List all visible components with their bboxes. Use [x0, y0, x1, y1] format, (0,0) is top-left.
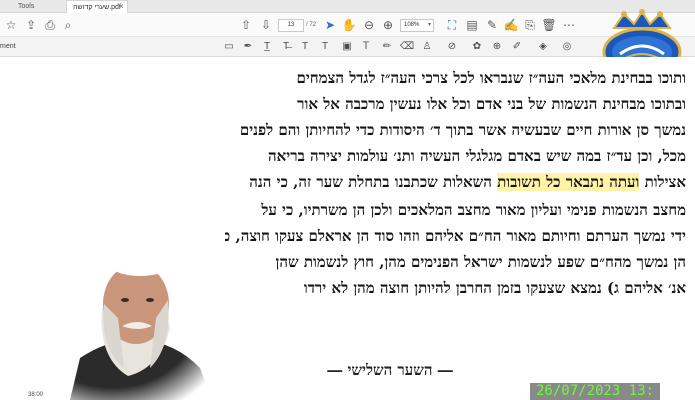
sticky-note-icon[interactable]: ▭ — [222, 40, 236, 54]
text-line-4: מכל, וכן עד״ז במה שיש באדם מגלגלי העשיה … — [268, 147, 686, 165]
star-icon[interactable]: ☆ — [3, 17, 19, 33]
recording-timestamp: 26/07/2023 13: — [530, 383, 661, 400]
fill-icon[interactable]: ◈ — [536, 40, 550, 54]
comment-icon[interactable]: ✎ — [484, 17, 500, 33]
tab-strip: Tools שערי קדושה.pdf × — [0, 0, 695, 13]
stamp-icon[interactable]: ♙ — [420, 40, 434, 54]
main-toolbar: ☆ ⇪ ⎙ ⌕ ⇧ ⇩ 13 / 72 ➤ ✋ ⊖ ⊕ 108% ▾ ⛶ ▤ ✎ … — [0, 13, 695, 37]
text-comment-icon[interactable]: Ｔ — [359, 40, 373, 54]
comment-toolbar: ment ▭ ✒ T̲ T̶ T T ▣ Ｔ ✏ ⌫ ♙ ⊘ ✿ ⊕ ✐ ◈ ◎ — [0, 37, 695, 57]
print-icon[interactable]: ⎙ — [42, 17, 58, 33]
page-down-icon[interactable]: ⇩ — [258, 17, 274, 33]
pin-icon[interactable]: ✐ — [510, 40, 524, 54]
zoom-value: 108% — [404, 22, 420, 28]
page-number-input[interactable]: 13 — [278, 19, 304, 32]
add-shape-icon[interactable]: ⊕ — [490, 40, 504, 54]
upload-icon[interactable]: ⇪ — [23, 17, 39, 33]
page-total: / 72 — [306, 22, 317, 28]
underline-icon[interactable]: T̲ — [260, 40, 274, 54]
eraser-icon[interactable]: ⌫ — [400, 40, 414, 54]
sign-icon[interactable]: ✍ — [503, 17, 519, 33]
insert-text-icon[interactable]: T — [318, 40, 332, 54]
chevron-down-icon: ▾ — [427, 22, 431, 28]
text-line-5-start: אצילות — [644, 173, 686, 191]
page-up-icon[interactable]: ⇧ — [238, 17, 254, 33]
fit-page-icon[interactable]: ⛶ — [444, 17, 460, 33]
select-icon[interactable]: ➤ — [322, 17, 338, 33]
strikethrough-icon[interactable]: T̶ — [279, 40, 293, 54]
hide-icon[interactable]: ◎ — [560, 40, 574, 54]
presenter-webcam — [0, 208, 225, 400]
text-line-5: אצילות ועתה נתבאר כל תשובות השאלות שכתבנ… — [46, 171, 686, 193]
attach-file-icon[interactable]: ⊘ — [445, 40, 459, 54]
text-line-5-end: השאלות שכתבנו בתחלת שער זה, כי הנה — [249, 173, 492, 191]
zoom-in-icon[interactable]: ⊕ — [380, 17, 396, 33]
highlighted-text[interactable]: ועתה נתבאר כל תשובות — [497, 173, 640, 191]
read-mode-icon[interactable]: ▤ — [464, 17, 480, 33]
text-line-1: ותוכו בבחינת מלאכי העה״ז שנבראו לכל צרכי… — [296, 69, 686, 87]
draw-icon[interactable]: ✏ — [380, 40, 394, 54]
zoom-select[interactable]: 108% ▾ — [400, 19, 434, 32]
text-box-icon[interactable]: ▣ — [340, 40, 354, 54]
attach-icon[interactable]: ⎘ — [522, 17, 538, 33]
shapes-icon[interactable]: ✿ — [470, 40, 484, 54]
comment-toolbar-label: ment — [0, 43, 16, 50]
pen-icon[interactable]: ✒ — [241, 40, 255, 54]
delete-icon[interactable]: 🗑 — [541, 17, 557, 33]
section-heading: ― השער השלישי ― — [327, 361, 453, 379]
hand-icon[interactable]: ✋ — [341, 17, 357, 33]
text-line-2: ובתוכו מבחינת הנשמות של בני אדם וכל אלו … — [297, 95, 686, 113]
text-line-3: נמשך סן אורות חיים שבעשיה אשר בתוך ד׳ הי… — [239, 121, 686, 139]
left-clock: 38:00 — [28, 392, 44, 398]
replace-text-icon[interactable]: T — [298, 40, 312, 54]
tab-tools[interactable]: Tools — [12, 0, 40, 13]
more-icon[interactable]: ⋯ — [561, 17, 577, 33]
close-tab-icon[interactable]: × — [119, 0, 124, 13]
zoom-out-icon[interactable]: ⊖ — [361, 17, 377, 33]
search-icon[interactable]: ⌕ — [60, 17, 76, 33]
